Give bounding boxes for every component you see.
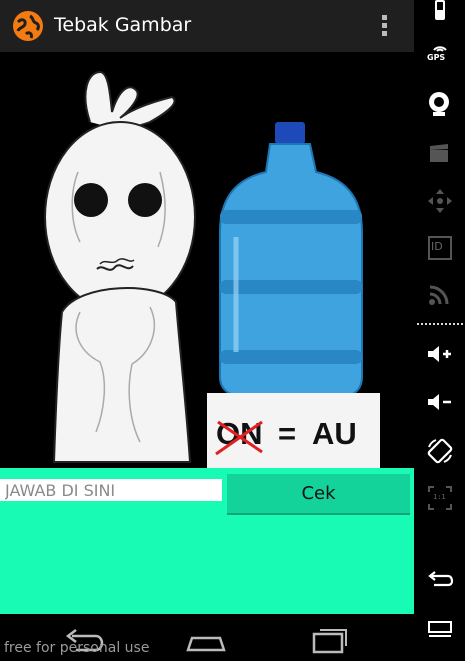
video-icon[interactable] (428, 142, 452, 164)
panel-divider (417, 323, 463, 325)
globe-icon (13, 11, 43, 41)
rss-icon[interactable] (428, 284, 450, 306)
phone-screen: Tebak Gambar ON = AU JAWAB DI SINI Cek f… (0, 0, 414, 661)
gps-label: GPS (427, 53, 446, 62)
watermark: free for personal use (4, 640, 150, 656)
answer-input[interactable] (0, 479, 222, 501)
menu-icon[interactable] (427, 620, 453, 640)
puzzle-image: ON = AU (0, 52, 414, 468)
action-bar: Tebak Gambar (0, 0, 414, 52)
answer-area: Cek (0, 468, 414, 614)
emulator-side-panel (414, 0, 465, 661)
dpad-icon[interactable] (427, 188, 453, 214)
camera-icon[interactable] (425, 90, 453, 118)
overflow-menu-icon[interactable] (374, 12, 394, 40)
ratio-label: 1:1 (433, 493, 446, 501)
volume-down-icon[interactable] (426, 392, 454, 412)
check-button[interactable]: Cek (227, 474, 410, 515)
home-icon[interactable] (186, 626, 226, 654)
id-label: ID (431, 240, 443, 253)
gps-icon[interactable] (431, 40, 449, 52)
puzzle-equals: = (278, 416, 296, 451)
recent-apps-icon[interactable] (310, 626, 350, 654)
app-title: Tebak Gambar (54, 14, 192, 36)
battery-icon[interactable] (429, 0, 451, 22)
volume-up-icon[interactable] (426, 344, 454, 364)
rotate-icon[interactable] (426, 437, 454, 465)
puzzle-struck-word: ON (216, 416, 263, 451)
puzzle-replacement-word: AU (312, 416, 357, 451)
back-icon[interactable] (426, 570, 454, 588)
